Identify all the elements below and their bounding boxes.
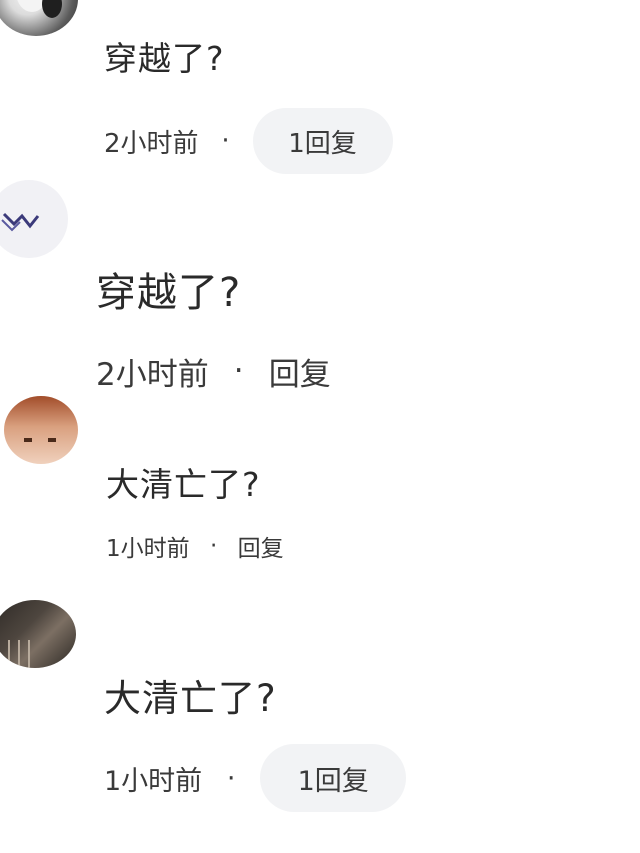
comment-meta: 1小时前 · 回复 xyxy=(106,528,284,564)
reply-button[interactable]: 回复 xyxy=(269,349,331,394)
comment-item: 大清亡了? 1小时前 · 1回复 xyxy=(0,600,640,853)
comment-time: 1小时前 xyxy=(104,765,203,797)
comment-text: 穿越了? xyxy=(104,39,225,78)
user-avatar[interactable] xyxy=(0,0,78,36)
meta-separator: · xyxy=(209,533,218,559)
meta-separator: · xyxy=(233,353,244,389)
comment-meta: 1小时前 · 1回复 xyxy=(104,744,407,812)
user-avatar[interactable] xyxy=(0,600,76,668)
reply-button[interactable]: 1回复 xyxy=(252,108,393,174)
user-avatar-icon xyxy=(17,0,62,18)
meta-separator: · xyxy=(221,126,230,156)
comment-item: 穿越了? 2小时前 · 1回复 xyxy=(0,0,640,200)
comment-meta: 2小时前 · 1回复 xyxy=(104,108,393,174)
comment-item: 穿越了? 2小时前 · 回复 xyxy=(0,180,640,410)
comment-time: 2小时前 xyxy=(96,356,209,393)
comment-text: 大清亡了? xyxy=(104,677,277,720)
meta-separator: · xyxy=(226,762,236,794)
user-avatar-icon xyxy=(8,640,30,668)
user-avatar[interactable] xyxy=(4,396,78,464)
comment-text: 穿越了? xyxy=(96,270,242,316)
reply-button[interactable]: 回复 xyxy=(238,529,284,563)
user-avatar-icon xyxy=(24,438,56,442)
comment-time: 1小时前 xyxy=(106,536,190,562)
comment-text: 大清亡了? xyxy=(106,465,261,504)
reply-button[interactable]: 1回复 xyxy=(260,744,407,812)
comment-time: 2小时前 xyxy=(104,128,199,159)
comment-meta: 2小时前 · 回复 xyxy=(96,346,331,396)
comment-item: 大清亡了? 1小时前 · 回复 xyxy=(0,396,640,624)
